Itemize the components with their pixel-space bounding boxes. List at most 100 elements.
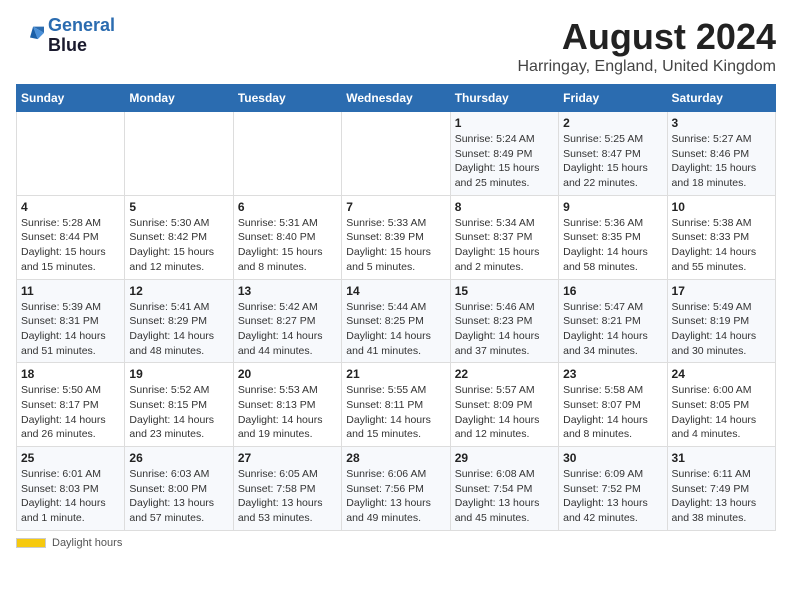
day-number: 28 [346,451,445,465]
day-info: Sunrise: 6:09 AMSunset: 7:52 PMDaylight:… [563,467,662,526]
table-cell: 19Sunrise: 5:52 AMSunset: 8:15 PMDayligh… [125,363,233,447]
page-header: General Blue August 2024 Harringay, Engl… [16,16,776,76]
day-number: 20 [238,367,337,381]
table-cell: 7Sunrise: 5:33 AMSunset: 8:39 PMDaylight… [342,195,450,279]
table-cell [233,112,341,196]
day-info: Sunrise: 5:55 AMSunset: 8:11 PMDaylight:… [346,383,445,442]
header-saturday: Saturday [667,85,775,112]
day-number: 16 [563,284,662,298]
day-info: Sunrise: 6:01 AMSunset: 8:03 PMDaylight:… [21,467,120,526]
day-info: Sunrise: 6:06 AMSunset: 7:56 PMDaylight:… [346,467,445,526]
calendar-table: Sunday Monday Tuesday Wednesday Thursday… [16,84,776,531]
day-number: 22 [455,367,554,381]
day-number: 1 [455,116,554,130]
day-number: 13 [238,284,337,298]
day-info: Sunrise: 6:08 AMSunset: 7:54 PMDaylight:… [455,467,554,526]
day-number: 27 [238,451,337,465]
table-cell: 17 Sunrise: 5:49 AMSunset: 8:19 PMDayligh… [667,279,775,363]
day-info: Sunrise: 5:53 AMSunset: 8:13 PMDaylight:… [238,383,337,442]
day-info: Sunrise: 5:30 AMSunset: 8:42 PMDaylight:… [129,216,228,275]
table-cell: 14 Sunrise: 5:44 AMSunset: 8:25 PMDayligh… [342,279,450,363]
day-info: Sunrise: 5:41 AMSunset: 8:29 PMDaylight:… [129,300,228,359]
day-info: Sunrise: 6:05 AMSunset: 7:58 PMDaylight:… [238,467,337,526]
day-info: Sunrise: 5:46 AMSunset: 8:23 PMDaylight:… [455,300,554,359]
day-number: 26 [129,451,228,465]
table-cell [17,112,125,196]
day-number: 25 [21,451,120,465]
day-info: Sunrise: 5:28 AMSunset: 8:44 PMDaylight:… [21,216,120,275]
day-info: Sunrise: 5:57 AMSunset: 8:09 PMDaylight:… [455,383,554,442]
header-friday: Friday [559,85,667,112]
day-info: Sunrise: 5:58 AMSunset: 8:07 PMDaylight:… [563,383,662,442]
subtitle: Harringay, England, United Kingdom [517,58,776,76]
table-cell: 10 Sunrise: 5:38 AMSunset: 8:33 PMDayligh… [667,195,775,279]
table-cell [125,112,233,196]
day-number: 6 [238,200,337,214]
table-cell: 8Sunrise: 5:34 AMSunset: 8:37 PMDaylight… [450,195,558,279]
table-cell: 22 Sunrise: 5:57 AMSunset: 8:09 PMDayligh… [450,363,558,447]
table-cell: 5 Sunrise: 5:30 AMSunset: 8:42 PMDaylight… [125,195,233,279]
day-number: 12 [129,284,228,298]
day-number: 24 [672,367,771,381]
day-info: Sunrise: 5:49 AMSunset: 8:19 PMDaylight:… [672,300,771,359]
header-wednesday: Wednesday [342,85,450,112]
table-cell: 24 Sunrise: 6:00 AMSunset: 8:05 PMDayligh… [667,363,775,447]
day-number: 23 [563,367,662,381]
table-cell: 6 Sunrise: 5:31 AMSunset: 8:40 PMDaylight… [233,195,341,279]
table-cell: 12 Sunrise: 5:41 AMSunset: 8:29 PMDayligh… [125,279,233,363]
day-number: 5 [129,200,228,214]
daylight-label: Daylight hours [52,537,122,549]
day-info: Sunrise: 6:00 AMSunset: 8:05 PMDaylight:… [672,383,771,442]
day-number: 9 [563,200,662,214]
day-number: 19 [129,367,228,381]
table-cell: 31 Sunrise: 6:11 AMSunset: 7:49 PMDayligh… [667,447,775,531]
table-cell [342,112,450,196]
day-info: Sunrise: 5:44 AMSunset: 8:25 PMDaylight:… [346,300,445,359]
table-cell: 21 Sunrise: 5:55 AMSunset: 8:11 PMDayligh… [342,363,450,447]
logo-icon [16,22,44,50]
day-number: 18 [21,367,120,381]
day-info: Sunrise: 6:03 AMSunset: 8:00 PMDaylight:… [129,467,228,526]
title-block: August 2024 Harringay, England, United K… [517,16,776,76]
table-cell: 28 Sunrise: 6:06 AMSunset: 7:56 PMDayligh… [342,447,450,531]
day-info: Sunrise: 5:31 AMSunset: 8:40 PMDaylight:… [238,216,337,275]
day-info: Sunrise: 5:36 AMSunset: 8:35 PMDaylight:… [563,216,662,275]
header-thursday: Thursday [450,85,558,112]
table-cell: 13 Sunrise: 5:42 AMSunset: 8:27 PMDayligh… [233,279,341,363]
day-info: Sunrise: 5:25 AMSunset: 8:47 PMDaylight:… [563,132,662,191]
day-number: 17 [672,284,771,298]
main-title: August 2024 [517,16,776,58]
day-info: Sunrise: 5:38 AMSunset: 8:33 PMDaylight:… [672,216,771,275]
day-info: Sunrise: 5:27 AMSunset: 8:46 PMDaylight:… [672,132,771,191]
day-info: Sunrise: 6:11 AMSunset: 7:49 PMDaylight:… [672,467,771,526]
day-number: 2 [563,116,662,130]
calendar-header: Sunday Monday Tuesday Wednesday Thursday… [17,85,776,112]
day-number: 31 [672,451,771,465]
day-info: Sunrise: 5:33 AMSunset: 8:39 PMDaylight:… [346,216,445,275]
logo: General Blue [16,16,115,56]
table-cell: 1Sunrise: 5:24 AMSunset: 8:49 PMDaylight… [450,112,558,196]
table-cell: 23 Sunrise: 5:58 AMSunset: 8:07 PMDayligh… [559,363,667,447]
table-cell: 25 Sunrise: 6:01 AMSunset: 8:03 PMDayligh… [17,447,125,531]
header-sunday: Sunday [17,85,125,112]
day-number: 29 [455,451,554,465]
logo-text: General Blue [48,16,115,56]
table-cell: 18Sunrise: 5:50 AMSunset: 8:17 PMDayligh… [17,363,125,447]
table-cell: 27 Sunrise: 6:05 AMSunset: 7:58 PMDayligh… [233,447,341,531]
header-tuesday: Tuesday [233,85,341,112]
table-cell: 29 Sunrise: 6:08 AMSunset: 7:54 PMDayligh… [450,447,558,531]
day-number: 30 [563,451,662,465]
table-cell: 15Sunrise: 5:46 AMSunset: 8:23 PMDayligh… [450,279,558,363]
day-number: 4 [21,200,120,214]
day-number: 14 [346,284,445,298]
day-number: 21 [346,367,445,381]
day-number: 10 [672,200,771,214]
day-info: Sunrise: 5:42 AMSunset: 8:27 PMDaylight:… [238,300,337,359]
footer: Daylight hours [16,537,776,549]
day-number: 3 [672,116,771,130]
day-number: 11 [21,284,120,298]
table-cell: 11Sunrise: 5:39 AMSunset: 8:31 PMDayligh… [17,279,125,363]
calendar-body: 1Sunrise: 5:24 AMSunset: 8:49 PMDaylight… [17,112,776,531]
table-cell: 3 Sunrise: 5:27 AMSunset: 8:46 PMDaylight… [667,112,775,196]
day-number: 8 [455,200,554,214]
